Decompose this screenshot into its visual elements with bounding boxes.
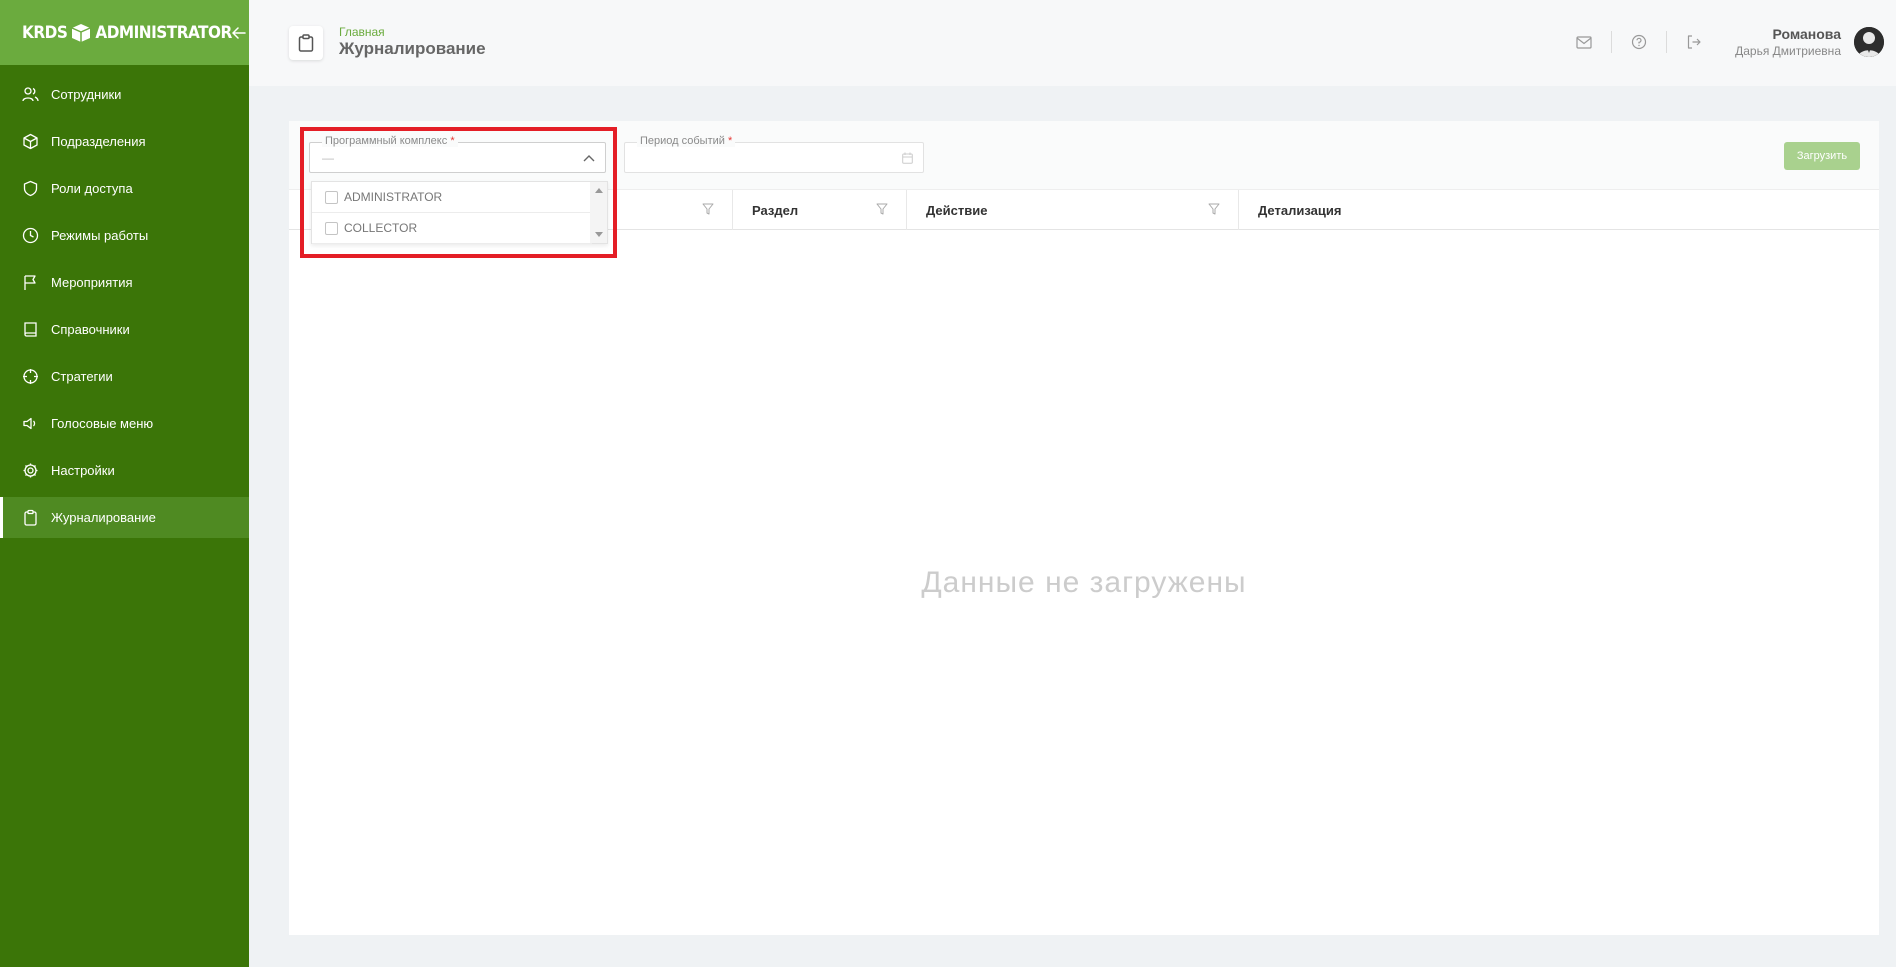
filter-icon[interactable] <box>876 203 888 215</box>
scroll-up-arrow-icon[interactable] <box>595 188 603 193</box>
divider <box>1666 31 1667 53</box>
sidebar-item-label: Голосовые меню <box>51 416 154 431</box>
help-button[interactable] <box>1627 30 1651 54</box>
filter-icon[interactable] <box>702 203 714 215</box>
sidebar-item-voice-menus[interactable]: Голосовые меню <box>0 403 249 444</box>
cube-icon <box>22 133 39 150</box>
users-icon <box>22 86 39 103</box>
user-info[interactable]: Романова Дарья Дмитриевна <box>1735 26 1841 58</box>
option-label: COLLECTOR <box>344 221 418 235</box>
book-icon <box>22 321 39 338</box>
help-icon <box>1631 34 1647 50</box>
logo-text-left: KRDS <box>22 22 68 43</box>
arrow-left-icon <box>231 26 246 39</box>
divider <box>1611 31 1612 53</box>
clock-icon <box>22 227 39 244</box>
clipboard-icon <box>22 509 39 526</box>
flag-icon <box>22 274 39 291</box>
column-label: Действие <box>926 202 988 218</box>
sidebar-item-label: Мероприятия <box>51 275 133 290</box>
dropdown-option-administrator[interactable]: ADMINISTRATOR <box>312 182 592 213</box>
column-label: Детализация <box>1258 202 1342 218</box>
breadcrumb[interactable]: Главная <box>339 25 385 39</box>
event-period-label: Период событий * <box>637 135 736 147</box>
program-complex-value: — <box>322 151 334 165</box>
user-first-name: Дарья Дмитриевна <box>1735 44 1841 58</box>
program-complex-label: Программный комплекс * <box>322 135 458 147</box>
page-clipboard-icon <box>289 26 323 60</box>
sidebar-nav: Сотрудники Подразделения Роли доступа Ре… <box>0 65 249 538</box>
sidebar-item-departments[interactable]: Подразделения <box>0 121 249 162</box>
column-header-details: Детализация <box>1239 190 1879 230</box>
sidebar-item-work-modes[interactable]: Режимы работы <box>0 215 249 256</box>
sidebar-item-references[interactable]: Справочники <box>0 309 249 350</box>
sidebar-item-label: Справочники <box>51 322 130 337</box>
gear-icon <box>22 462 39 479</box>
sidebar-item-access-roles[interactable]: Роли доступа <box>0 168 249 209</box>
program-complex-select[interactable]: Программный комплекс * — <box>309 135 606 173</box>
dropdown-scrollbar[interactable] <box>590 182 607 243</box>
sidebar-item-strategies[interactable]: Стратегии <box>0 356 249 397</box>
logo-box-icon <box>70 23 92 43</box>
dropdown-option-collector[interactable]: COLLECTOR <box>312 213 592 244</box>
scroll-down-arrow-icon[interactable] <box>595 232 603 237</box>
crosshair-icon <box>22 368 39 385</box>
program-complex-dropdown: ADMINISTRATOR COLLECTOR <box>311 181 608 244</box>
checkbox[interactable] <box>325 221 338 235</box>
sidebar: KRDS ADMINISTRATOR Сотрудники Подразделе… <box>0 0 249 967</box>
empty-state-text: Данные не загружены <box>921 566 1247 599</box>
page-header: Главная Журналирование Романова Дарья Дм… <box>249 0 1896 86</box>
collapse-sidebar-button[interactable] <box>231 21 246 45</box>
column-header-action: Действие <box>907 190 1239 230</box>
header-actions <box>1572 30 1706 54</box>
column-header-section: Раздел <box>733 190 907 230</box>
sidebar-item-settings[interactable]: Настройки <box>0 450 249 491</box>
sidebar-item-label: Режимы работы <box>51 228 149 243</box>
logo-text-right: ADMINISTRATOR <box>95 22 232 43</box>
sidebar-item-label: Роли доступа <box>51 181 133 196</box>
sidebar-item-logging[interactable]: Журналирование <box>0 497 249 538</box>
column-label: Раздел <box>752 202 799 218</box>
sidebar-item-label: Подразделения <box>51 134 146 149</box>
avatar[interactable] <box>1854 27 1884 57</box>
shield-icon <box>22 180 39 197</box>
filter-bar: Программный комплекс * — Период событий … <box>289 121 1879 190</box>
logout-button[interactable] <box>1682 30 1706 54</box>
load-button[interactable]: Загрузить <box>1784 142 1860 170</box>
mail-button[interactable] <box>1572 30 1596 54</box>
sidebar-item-label: Сотрудники <box>51 87 122 102</box>
chevron-up-icon <box>583 155 595 162</box>
logo-bar: KRDS ADMINISTRATOR <box>0 0 249 65</box>
sidebar-item-label: Настройки <box>51 463 115 478</box>
sidebar-item-label: Журналирование <box>51 510 156 525</box>
page-title: Журналирование <box>339 39 486 58</box>
option-label: ADMINISTRATOR <box>344 190 443 204</box>
sidebar-item-label: Стратегии <box>51 369 113 384</box>
speaker-icon <box>22 415 39 432</box>
calendar-icon <box>902 152 913 164</box>
sidebar-item-events[interactable]: Мероприятия <box>0 262 249 303</box>
sidebar-item-employees[interactable]: Сотрудники <box>0 74 249 115</box>
mail-icon <box>1576 35 1592 49</box>
logo: KRDS ADMINISTRATOR <box>22 23 232 43</box>
filter-icon[interactable] <box>1208 203 1220 215</box>
checkbox[interactable] <box>325 190 338 204</box>
event-period-field[interactable]: Период событий * <box>624 135 924 173</box>
user-last-name: Романова <box>1772 26 1841 42</box>
logout-icon <box>1687 35 1701 49</box>
